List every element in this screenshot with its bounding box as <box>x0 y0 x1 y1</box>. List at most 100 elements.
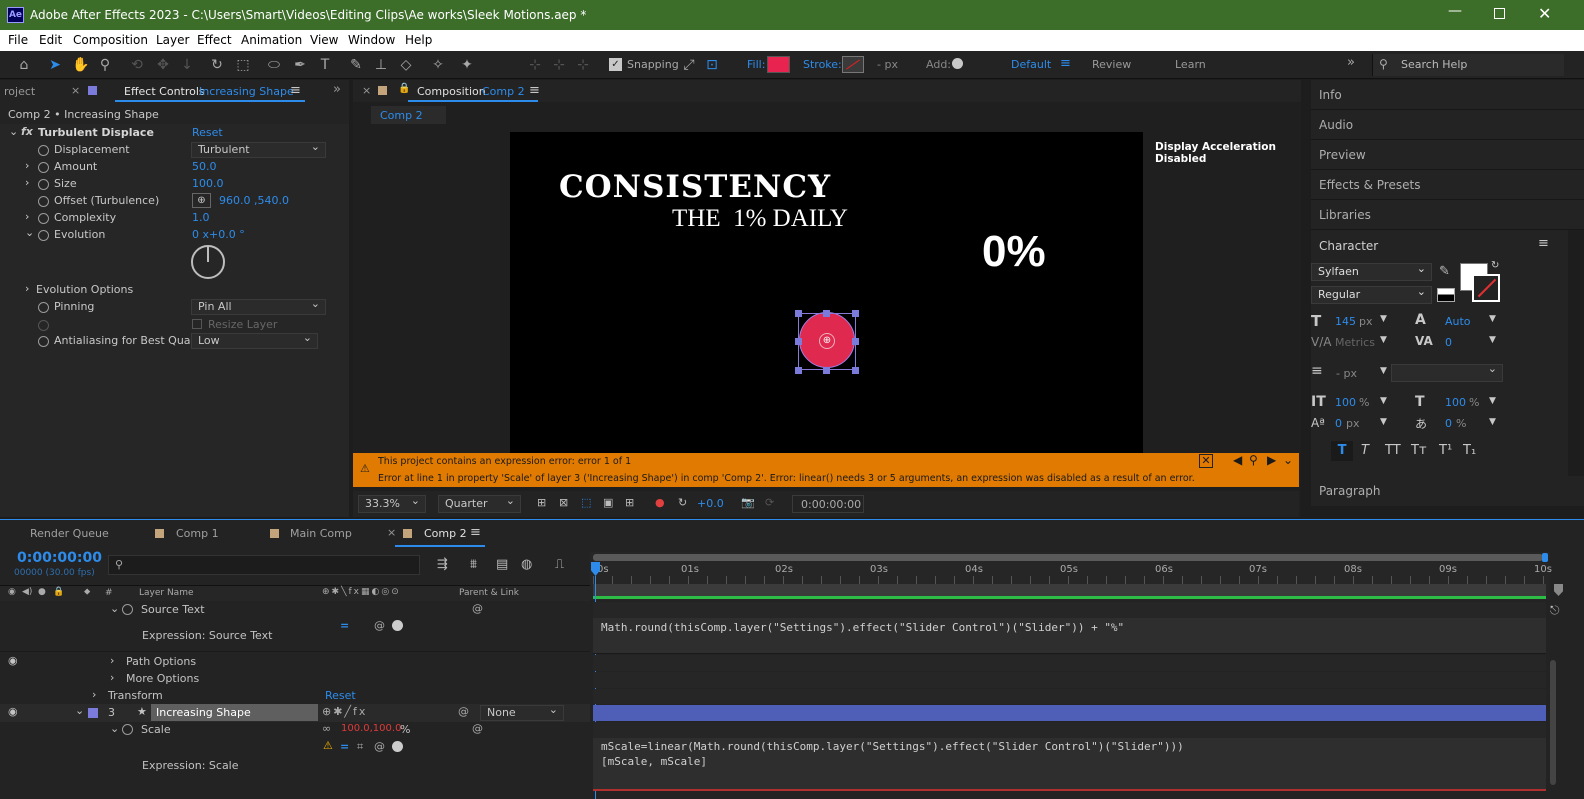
size-value[interactable]: 100.0 <box>192 177 224 190</box>
project-tab-close-icon[interactable]: × <box>71 84 80 97</box>
character-menu-icon[interactable]: ≡ <box>1538 236 1549 251</box>
zoom-tool-icon[interactable]: ⚲ <box>96 56 114 74</box>
stroke-color-swatch[interactable] <box>1472 274 1500 302</box>
stopwatch-icon[interactable] <box>38 302 49 313</box>
layer-duration-bar[interactable] <box>593 705 1546 721</box>
expression-language-icon[interactable] <box>392 741 403 752</box>
pickwhip-icon[interactable]: @ <box>458 705 469 718</box>
close-icon[interactable]: ✕ <box>1538 4 1551 23</box>
horizontal-scale-value[interactable]: 100 <box>1445 396 1466 409</box>
home-icon[interactable]: ⌂ <box>15 56 33 74</box>
tsume-chevron-icon[interactable]: ▼ <box>1489 417 1496 427</box>
comp-tab-label[interactable]: Composition <box>417 85 486 98</box>
add-label[interactable]: Add: <box>926 58 951 71</box>
expression-scale-line-1[interactable]: mScale=linear(Math.round(thisComp.layer(… <box>601 740 1184 753</box>
axis-local-icon[interactable]: ⊹ <box>526 56 544 74</box>
constrain-proportions-icon[interactable]: ∞ <box>322 722 331 735</box>
expression-enable-icon[interactable]: = <box>340 740 349 753</box>
add-dropdown-icon[interactable] <box>952 58 963 69</box>
font-size-chevron-icon[interactable]: ▼ <box>1380 314 1387 324</box>
graph-editor-icon[interactable]: ⎍ <box>555 557 564 572</box>
stroke-width-chevron-icon[interactable]: ▼ <box>1380 366 1387 376</box>
tsume-value[interactable]: 0 <box>1445 417 1452 430</box>
pan-behind-icon[interactable]: ✥ <box>154 56 172 74</box>
comp2-tab-close-icon[interactable]: × <box>387 526 396 539</box>
expand-chevron-icon[interactable]: › <box>110 671 114 684</box>
color-channels-icon[interactable]: ● <box>655 496 665 509</box>
error-find-icon[interactable]: ⚲ <box>1249 453 1258 467</box>
effect-controls-tab[interactable]: Effect Controls <box>124 85 205 98</box>
row-transform[interactable]: › Transform Reset <box>0 688 590 705</box>
pinning-dropdown[interactable]: Pin All <box>191 297 326 315</box>
resolution-dropdown[interactable]: Quarter <box>438 493 521 513</box>
vertical-scale-value[interactable]: 100 <box>1335 396 1356 409</box>
tracking-chevron-icon[interactable]: ▼ <box>1489 335 1496 345</box>
stroke-label[interactable]: Stroke: <box>803 58 842 71</box>
collapse-chevron-icon[interactable]: ⌄ <box>25 226 34 239</box>
crosshair-icon[interactable]: ⊕ <box>192 193 211 208</box>
row-layer-increasing-shape[interactable]: ◉ ⌄ 3 ★ Increasing Shape ⊕✱╱fx @ None <box>0 703 590 722</box>
small-caps-button[interactable]: Tт <box>1411 443 1427 458</box>
layer-label-color-icon[interactable] <box>88 708 98 718</box>
scale-value[interactable]: 100.0,100.0 <box>341 723 401 734</box>
selection-tool-icon[interactable]: ➤ <box>46 56 64 74</box>
no-fill-swatch[interactable] <box>1437 288 1455 302</box>
font-family-dropdown[interactable]: Sylfaen <box>1311 261 1432 281</box>
workspace-learn[interactable]: Learn <box>1175 58 1206 71</box>
tab-main-comp[interactable]: Main Comp <box>290 527 352 547</box>
effects-presets-panel-tab[interactable]: Effects & Presets <box>1311 170 1584 200</box>
leading-value[interactable]: Auto <box>1445 315 1471 328</box>
amount-value[interactable]: 50.0 <box>192 160 217 173</box>
handle[interactable] <box>852 310 859 317</box>
info-panel-tab[interactable]: Info <box>1311 80 1584 110</box>
faux-bold-button[interactable]: T <box>1331 441 1353 461</box>
collapse-chevron-icon[interactable]: ⌄ <box>75 704 84 717</box>
comp-tab-name[interactable]: Comp 2 <box>482 85 525 98</box>
layer-search-input[interactable]: ⚲ <box>108 555 420 575</box>
collapse-chevron-icon[interactable]: ⌄ <box>9 125 18 138</box>
anchor-tool-icon[interactable]: ⬚ <box>234 56 252 74</box>
effect-controls-tab-layer[interactable]: Increasing Shape <box>199 85 294 98</box>
show-snapshot-icon[interactable]: ⟳ <box>765 496 774 509</box>
search-help-field[interactable]: ⚲ Search Help <box>1372 54 1564 76</box>
work-area-end-handle[interactable] <box>1542 553 1548 562</box>
stopwatch-icon[interactable] <box>122 724 133 735</box>
stopwatch-icon[interactable] <box>38 213 49 224</box>
grid-options-icon[interactable]: ⊞ <box>625 496 634 509</box>
row-more-options[interactable]: › More Options <box>0 671 590 688</box>
error-prev-icon[interactable]: ◀ <box>1233 453 1242 467</box>
effect-reset-link[interactable]: Reset <box>192 126 223 139</box>
workspace-default[interactable]: Default <box>1011 58 1051 71</box>
menu-window[interactable]: Window <box>348 33 395 47</box>
tracking-value[interactable]: 0 <box>1445 336 1452 349</box>
error-expand-icon[interactable]: ⌄ <box>1283 453 1293 467</box>
preview-panel-tab[interactable]: Preview <box>1311 140 1584 170</box>
parent-dropdown[interactable]: None <box>480 703 564 721</box>
expression-warning-icon[interactable]: ⚠ <box>323 739 333 752</box>
handle[interactable] <box>795 338 802 345</box>
menu-edit[interactable]: Edit <box>39 33 62 47</box>
expression-pickwhip-icon[interactable]: @ <box>374 619 385 632</box>
stopwatch-icon[interactable] <box>38 179 49 190</box>
dolly-tool-icon[interactable]: ↓ <box>178 56 196 74</box>
audio-panel-tab[interactable]: Audio <box>1311 110 1584 140</box>
leading-chevron-icon[interactable]: ▼ <box>1489 314 1496 324</box>
resize-layer-checkbox[interactable] <box>192 319 202 329</box>
baseline-shift-value[interactable]: 0 <box>1335 417 1342 430</box>
eye-icon[interactable]: ◉ <box>8 654 18 667</box>
transparency-grid-icon[interactable]: ⊞ <box>537 496 546 509</box>
lock-icon[interactable]: 🔒 <box>398 83 410 94</box>
tab-render-queue[interactable]: Render Queue <box>30 527 109 547</box>
timeline-timecode[interactable]: 0:00:00:00 <box>17 550 102 566</box>
row-scale[interactable]: ⌄ Scale ∞ 100.0,100.0 % @ <box>0 722 590 739</box>
offset-value[interactable]: 960.0 ,540.0 <box>219 194 289 207</box>
subscript-button[interactable]: T₁ <box>1463 443 1476 458</box>
expression-graph-icon[interactable]: @ <box>472 602 483 615</box>
menu-animation[interactable]: Animation <box>241 33 302 47</box>
project-tab[interactable]: roject <box>4 85 35 98</box>
menu-view[interactable]: View <box>310 33 338 47</box>
fill-swatch[interactable] <box>767 56 790 73</box>
handle[interactable] <box>852 367 859 374</box>
menu-layer[interactable]: Layer <box>156 33 189 47</box>
snapping-checkbox[interactable]: ✓ <box>609 58 622 71</box>
